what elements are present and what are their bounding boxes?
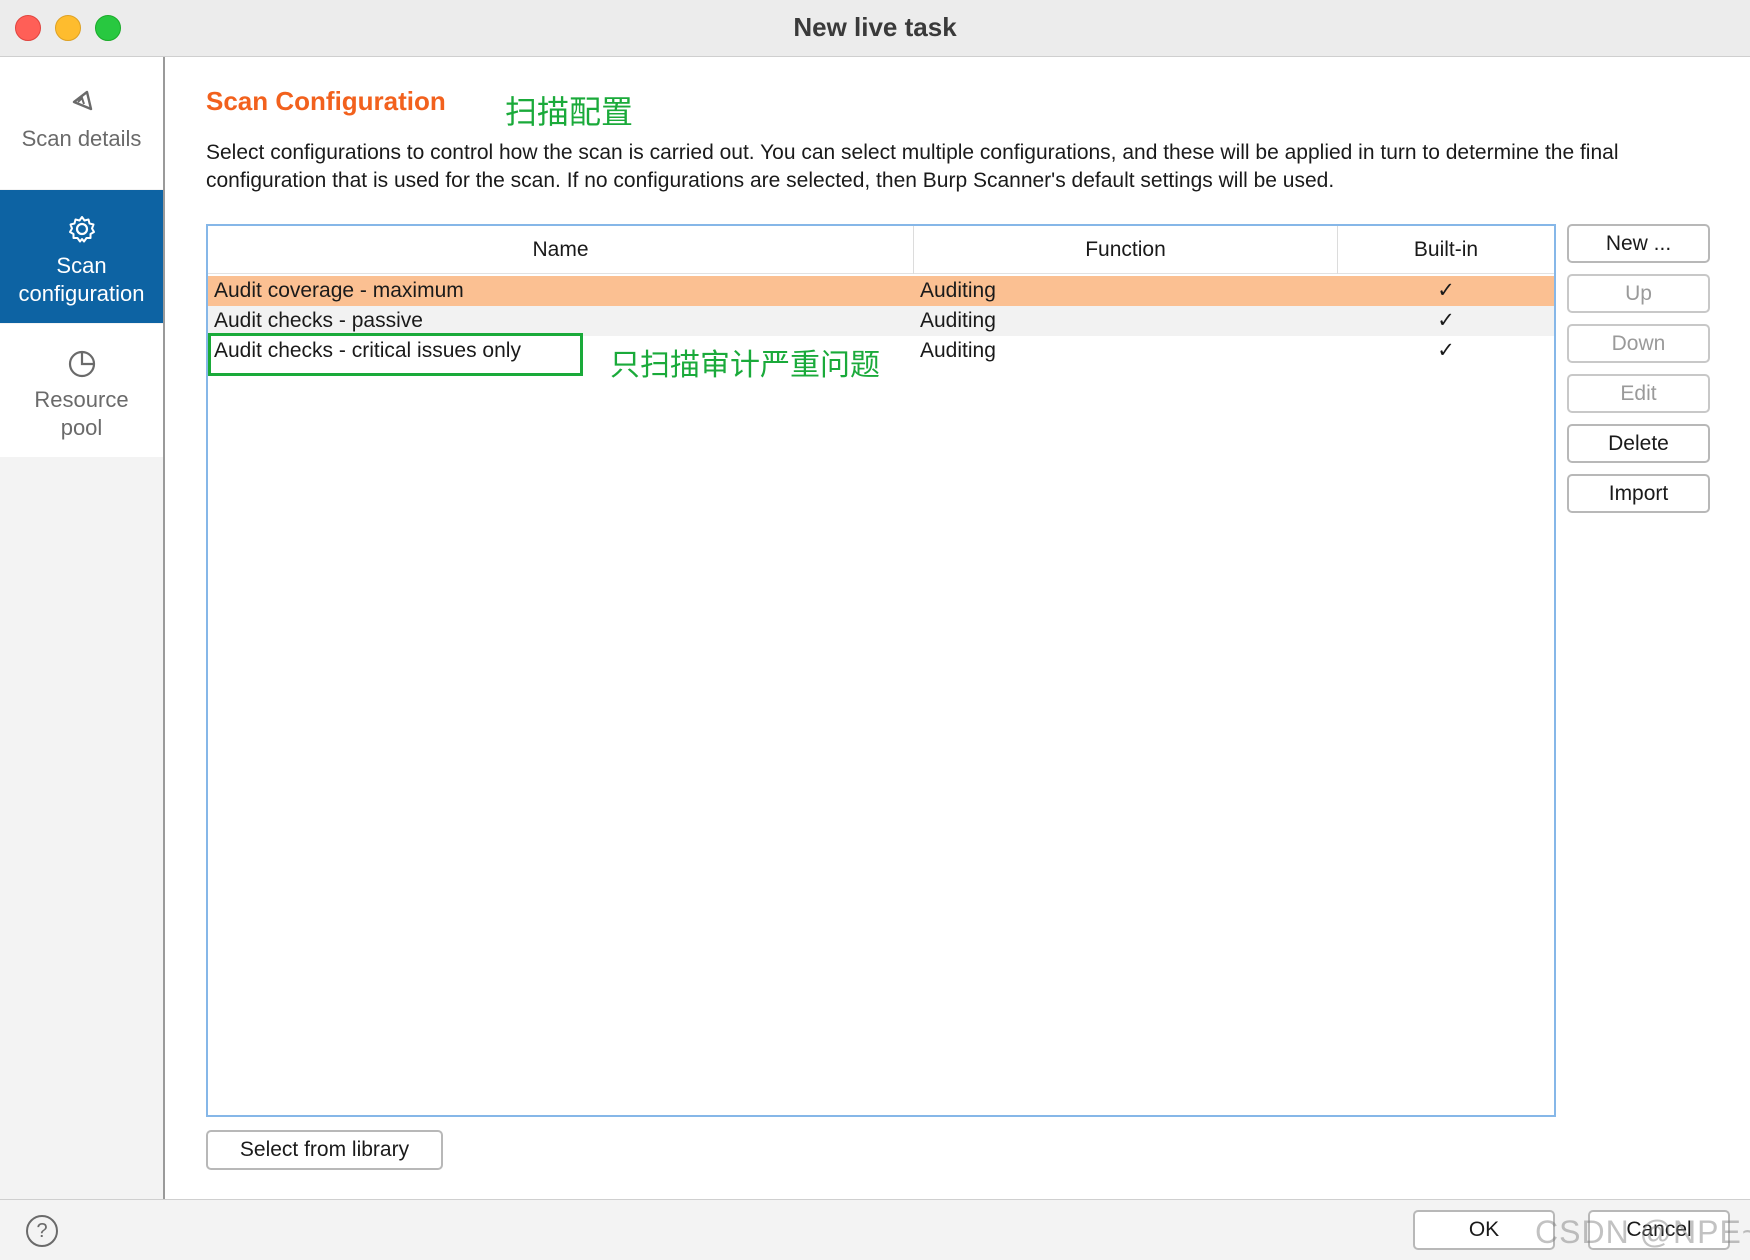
edit-button[interactable]: Edit bbox=[1567, 374, 1710, 413]
column-header-name[interactable]: Name bbox=[208, 226, 914, 274]
pie-chart-icon bbox=[68, 350, 95, 378]
main-panel: Scan Configuration 扫描配置 Select configura… bbox=[165, 57, 1750, 1199]
row-name: Audit coverage - maximum bbox=[214, 279, 464, 302]
annotation-highlight-box bbox=[208, 333, 583, 376]
configurations-table[interactable]: Name Function Built-in Audit coverage - … bbox=[206, 224, 1556, 1117]
sidebar-item-scan-details[interactable]: Scan details bbox=[0, 57, 163, 189]
row-function: Auditing bbox=[920, 279, 996, 302]
sidebar-item-resource-pool[interactable]: Resource pool bbox=[0, 324, 163, 457]
up-button[interactable]: Up bbox=[1567, 274, 1710, 313]
scan-details-icon bbox=[72, 90, 92, 111]
page-title: Scan Configuration bbox=[206, 86, 446, 116]
row-function: Auditing bbox=[920, 339, 996, 362]
window-title: New live task bbox=[793, 12, 957, 42]
checkmark-icon: ✓ bbox=[1437, 309, 1455, 332]
new-button[interactable]: New ... bbox=[1567, 224, 1710, 263]
delete-button[interactable]: Delete bbox=[1567, 424, 1710, 463]
table-row[interactable]: Audit checks - passive Auditing ✓ bbox=[208, 306, 1554, 336]
down-button[interactable]: Down bbox=[1567, 324, 1710, 363]
row-name: Audit checks - passive bbox=[214, 309, 423, 332]
row-function: Auditing bbox=[920, 309, 996, 332]
checkmark-icon: ✓ bbox=[1437, 279, 1455, 302]
sidebar-item-label: Scan configuration bbox=[18, 253, 145, 306]
watermark: CSDN @NPE~ bbox=[1535, 1214, 1750, 1250]
dialog-footer: ? OK Cancel CSDN @NPE~ bbox=[0, 1199, 1750, 1260]
sidebar-item-label: Resource pool bbox=[34, 387, 129, 440]
gear-icon bbox=[68, 216, 95, 243]
table-row[interactable]: Audit coverage - maximum Auditing ✓ bbox=[208, 276, 1554, 306]
title-annotation: 扫描配置 bbox=[505, 94, 634, 130]
sidebar-item-scan-configuration[interactable]: Scan configuration bbox=[0, 190, 163, 323]
section-description: Select configurations to control how the… bbox=[206, 141, 1619, 192]
import-button[interactable]: Import bbox=[1567, 474, 1710, 513]
select-from-library-button[interactable]: Select from library bbox=[206, 1130, 443, 1170]
sidebar-item-label: Scan details bbox=[21, 126, 142, 151]
checkmark-icon: ✓ bbox=[1437, 339, 1455, 362]
ok-button[interactable]: OK bbox=[1413, 1210, 1555, 1250]
window-titlebar: New live task bbox=[0, 0, 1750, 57]
column-header-builtin[interactable]: Built-in bbox=[1338, 226, 1554, 274]
help-icon[interactable]: ? bbox=[26, 1215, 58, 1247]
table-header: Name Function Built-in bbox=[208, 226, 1554, 274]
column-header-function[interactable]: Function bbox=[914, 226, 1338, 274]
sidebar: Scan details Scan configuration Resource… bbox=[0, 57, 165, 1199]
row-annotation: 只扫描审计严重问题 bbox=[610, 349, 880, 382]
